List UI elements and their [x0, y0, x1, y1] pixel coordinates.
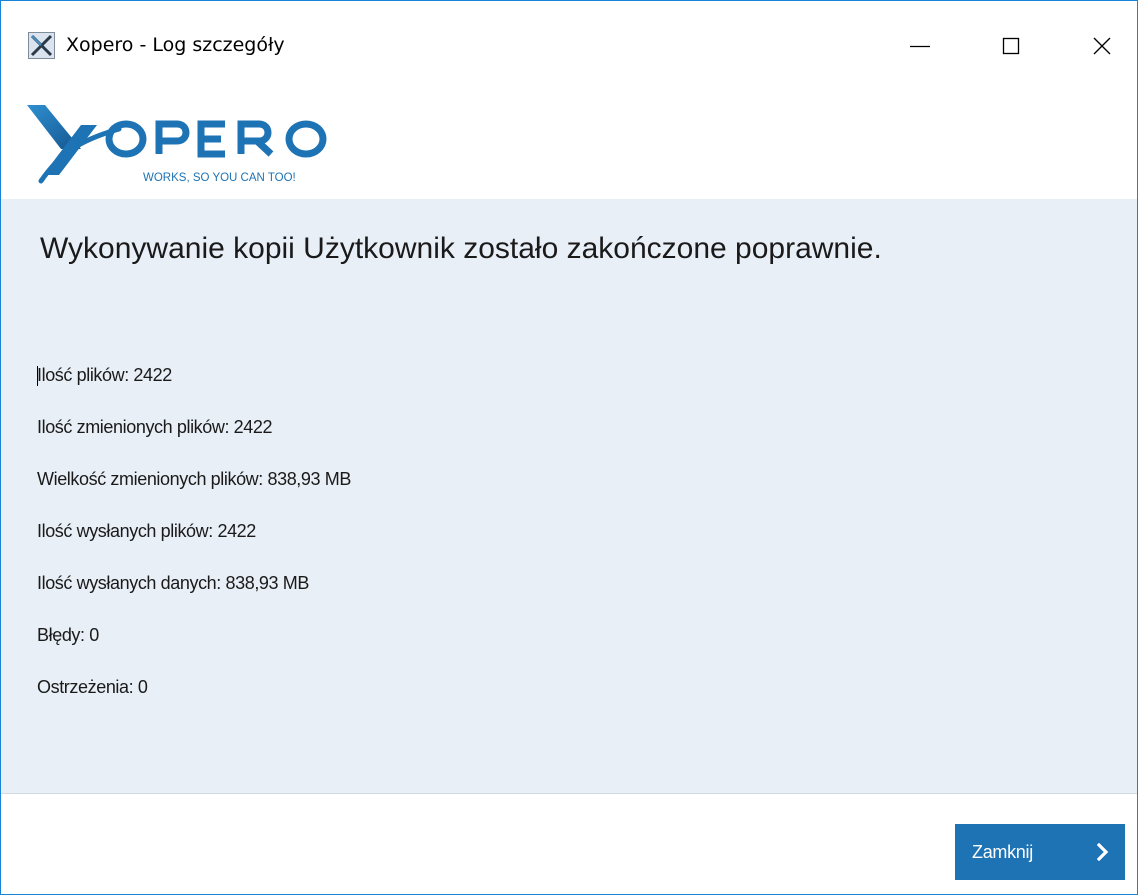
completion-headline: Wykonywanie kopii Użytkownik zostało zak… — [40, 232, 882, 265]
title-bar[interactable]: Xopero - Log szczegóły — [1, 1, 1137, 89]
stat-sent-data-size: Ilość wysłanych danych: 838,93 MB — [37, 573, 309, 593]
stat-file-count: Ilość plików: 2422 — [37, 365, 172, 385]
log-details-window: Xopero - Log szczegóły WORKS, SO YOU CAN… — [0, 0, 1138, 895]
text-caret — [37, 366, 38, 386]
window-title: Xopero - Log szczegóły — [66, 34, 285, 56]
stats-list: Ilość plików: 2422 Ilość zmienionych pli… — [37, 364, 351, 728]
maximize-button[interactable] — [983, 23, 1039, 69]
close-window-button[interactable] — [1074, 23, 1130, 69]
maximize-icon — [1002, 37, 1020, 55]
logo-area: WORKS, SO YOU CAN TOO! — [1, 89, 1137, 199]
close-button[interactable]: Zamknij — [955, 824, 1125, 880]
footer: Zamknij — [1, 794, 1137, 894]
logo-tagline: WORKS, SO YOU CAN TOO! — [143, 172, 296, 184]
stat-sent-file-count: Ilość wysłanych plików: 2422 — [37, 521, 256, 541]
close-icon — [1093, 37, 1111, 55]
minimize-button[interactable] — [892, 23, 948, 69]
minimize-icon — [910, 45, 930, 48]
stat-changed-file-count: Ilość zmienionych plików: 2422 — [37, 417, 273, 437]
stat-warnings: Ostrzeżenia: 0 — [37, 677, 148, 697]
stat-changed-files-size: Wielkość zmienionych plików: 838,93 MB — [37, 469, 351, 489]
chevron-right-icon — [1097, 843, 1109, 861]
app-icon — [28, 32, 55, 59]
log-content: Wykonywanie kopii Użytkownik zostało zak… — [1, 199, 1137, 793]
xopero-logo: WORKS, SO YOU CAN TOO! — [27, 105, 327, 184]
close-button-label: Zamknij — [972, 842, 1033, 862]
stat-errors: Błędy: 0 — [37, 625, 99, 645]
